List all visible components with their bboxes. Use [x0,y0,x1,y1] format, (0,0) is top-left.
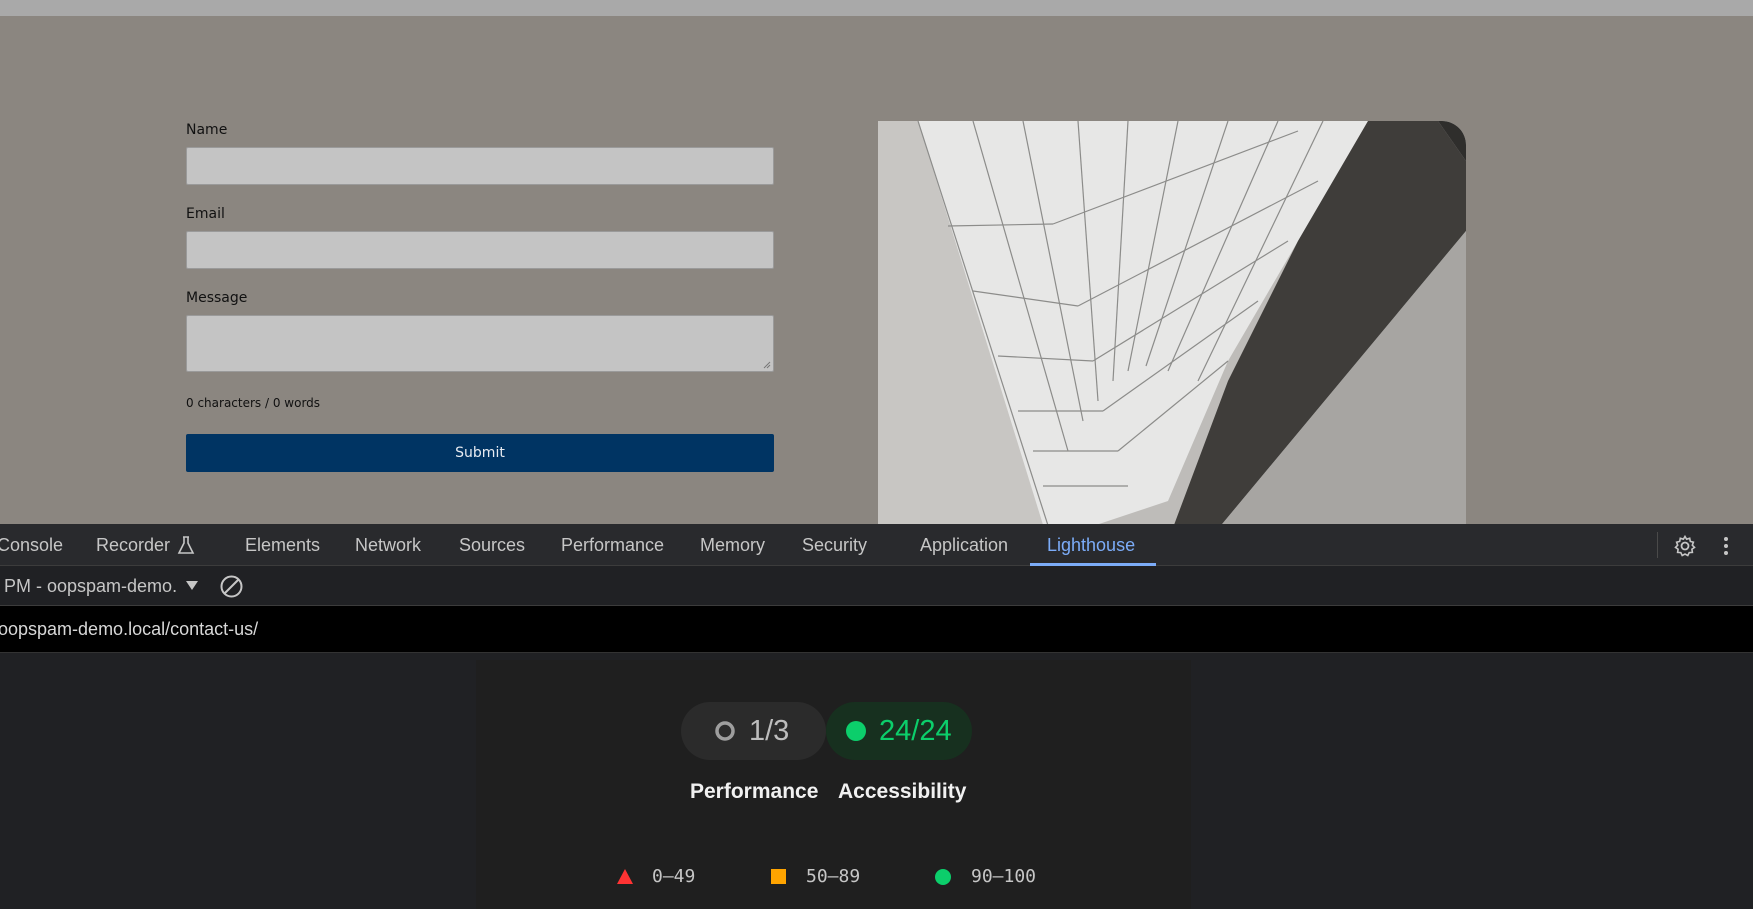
neutral-circle-icon [715,721,735,741]
tab-network[interactable]: Network [355,524,421,566]
chevron-down-icon[interactable] [186,581,198,591]
email-field[interactable] [186,231,774,269]
report-url-bar: oopspam-demo.local/contact-us/ [0,606,1753,653]
web-page: Name Email Message 0 characters / 0 word… [0,16,1753,524]
tab-bar-divider [1657,532,1658,558]
score-pill-performance[interactable]: 1/3 [681,702,826,760]
average-square-icon [771,869,786,884]
category-accessibility[interactable]: Accessibility [838,780,966,804]
name-field[interactable] [186,147,774,185]
tab-lighthouse[interactable]: Lighthouse [1047,524,1135,566]
resize-grip-icon[interactable] [763,361,771,369]
tab-console[interactable]: Console [0,524,63,566]
legend-fail-range: 0–49 [652,866,696,887]
legend-average-range: 50–89 [806,866,861,887]
report-select[interactable]: PM - oopspam-demo. [4,566,177,606]
pass-circle-icon [846,721,866,741]
tab-memory[interactable]: Memory [700,524,765,566]
tab-sources[interactable]: Sources [459,524,525,566]
lighthouse-toolbar: PM - oopspam-demo. [0,566,1753,606]
tab-elements[interactable]: Elements [245,524,320,566]
legend-pass-range: 90–100 [971,866,1037,887]
character-counter: 0 characters / 0 words [186,396,321,410]
gear-icon[interactable] [1673,534,1697,558]
name-label: Name [186,122,228,138]
score-pill-accessibility[interactable]: 24/24 [826,702,972,760]
devtools-panel: Console Recorder Elements Network Source… [0,524,1753,909]
tab-application[interactable]: Application [920,524,1008,566]
email-label: Email [186,206,225,222]
more-options-icon[interactable] [1721,534,1731,558]
tab-performance[interactable]: Performance [561,524,664,566]
browser-top-bar [0,0,1753,16]
score-value-accessibility: 24/24 [879,714,952,747]
message-field[interactable] [186,315,774,372]
clear-icon[interactable] [219,574,244,599]
fail-triangle-icon [617,869,633,884]
lighthouse-report-summary: 1/3 24/24 Performance Accessibility 0–49… [476,660,1191,909]
devtools-tab-bar: Console Recorder Elements Network Source… [0,524,1753,566]
pass-circle-icon [935,869,951,885]
score-value-performance: 1/3 [749,714,790,747]
architecture-photo [878,121,1466,524]
tab-security[interactable]: Security [802,524,867,566]
message-label: Message [186,290,248,306]
tab-recorder[interactable]: Recorder [96,524,170,566]
report-url: oopspam-demo.local/contact-us/ [0,619,259,639]
category-performance[interactable]: Performance [690,780,818,804]
submit-button[interactable]: Submit [186,434,774,472]
flask-icon [177,536,195,554]
